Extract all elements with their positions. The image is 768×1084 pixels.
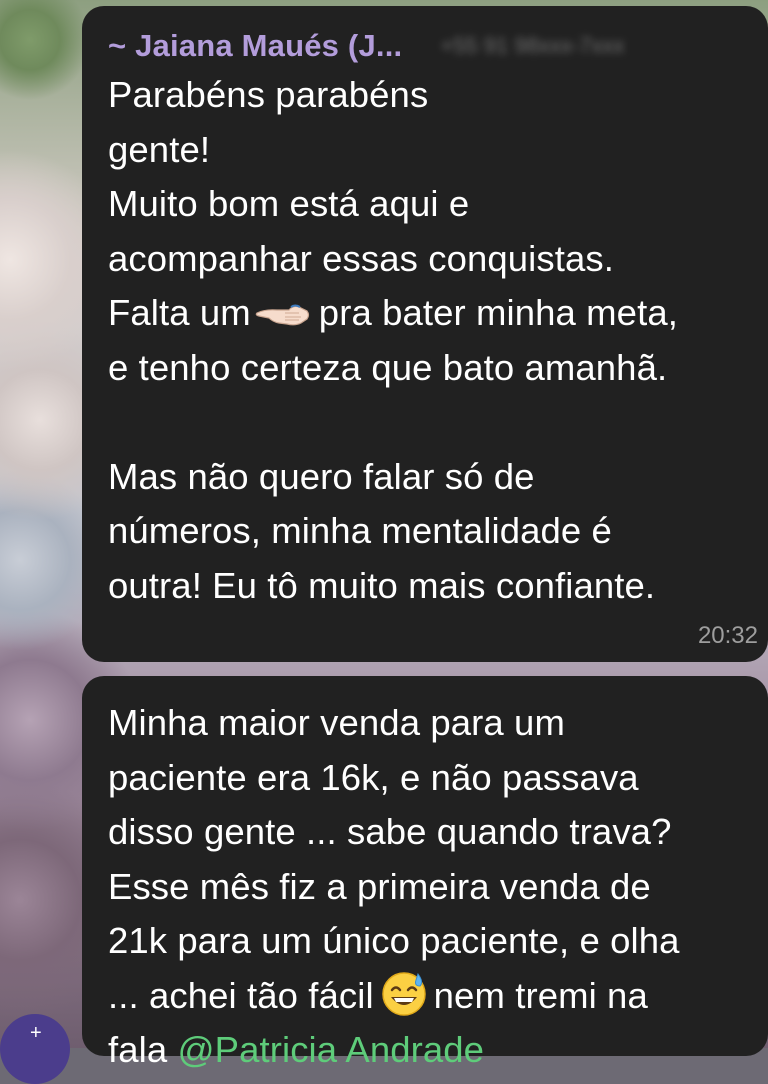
scroll-down-button[interactable]: + (0, 1014, 70, 1084)
message-line: Parabéns parabéns (108, 74, 429, 115)
message-line: Falta um (108, 292, 251, 333)
message-line: disso gente ... sabe quando trava? (108, 811, 672, 852)
message-line: números, minha mentalidade é (108, 510, 612, 551)
message-line: Muito bom está aqui e (108, 183, 470, 224)
user-mention-link[interactable]: @Patricia Andrade (178, 1029, 485, 1070)
message-line: acompanhar essas conquistas. (108, 237, 614, 279)
message-line: fala (108, 1029, 178, 1070)
message-line: nem tremi na (433, 974, 648, 1016)
message-time: 20:32 (697, 622, 758, 649)
backhand-index-pointing-left-icon (255, 304, 309, 326)
sender-row: ~ Jaiana Maués (J... +55 91 98xxx-7xxx (108, 28, 768, 64)
message-line: Minha maior venda para um (108, 702, 565, 743)
message-line: e tenho certeza que bato amanhã. (108, 346, 668, 388)
message-text: Parabéns parabéns gente! Muito bom está … (108, 68, 768, 613)
grinning-face-with-sweat-icon (381, 971, 426, 1016)
message-text: Minha maior venda para um paciente era 1… (108, 696, 768, 1078)
message-line: ... achei tão fácil (108, 974, 374, 1016)
message-bubble-1[interactable]: ~ Jaiana Maués (J... +55 91 98xxx-7xxx P… (82, 6, 768, 662)
message-line: gente! (108, 128, 211, 170)
message-line: Mas não quero falar só de (108, 455, 535, 497)
message-line: Esse mês fiz a primeira venda de (108, 865, 651, 907)
message-line: outra! Eu tô muito mais confiante. (108, 564, 656, 606)
sender-phone: +55 91 98xxx-7xxx (440, 33, 625, 58)
message-line: 21k para um único paciente, e olha (108, 920, 680, 961)
message-line: pra bater minha meta, (318, 292, 678, 333)
message-line: paciente era 16k, e não passava (108, 756, 639, 798)
plus-icon: + (30, 1022, 42, 1044)
sender-name[interactable]: ~ Jaiana Maués (J... (108, 28, 402, 64)
message-bubble-2[interactable]: Minha maior venda para um paciente era 1… (82, 676, 768, 1070)
